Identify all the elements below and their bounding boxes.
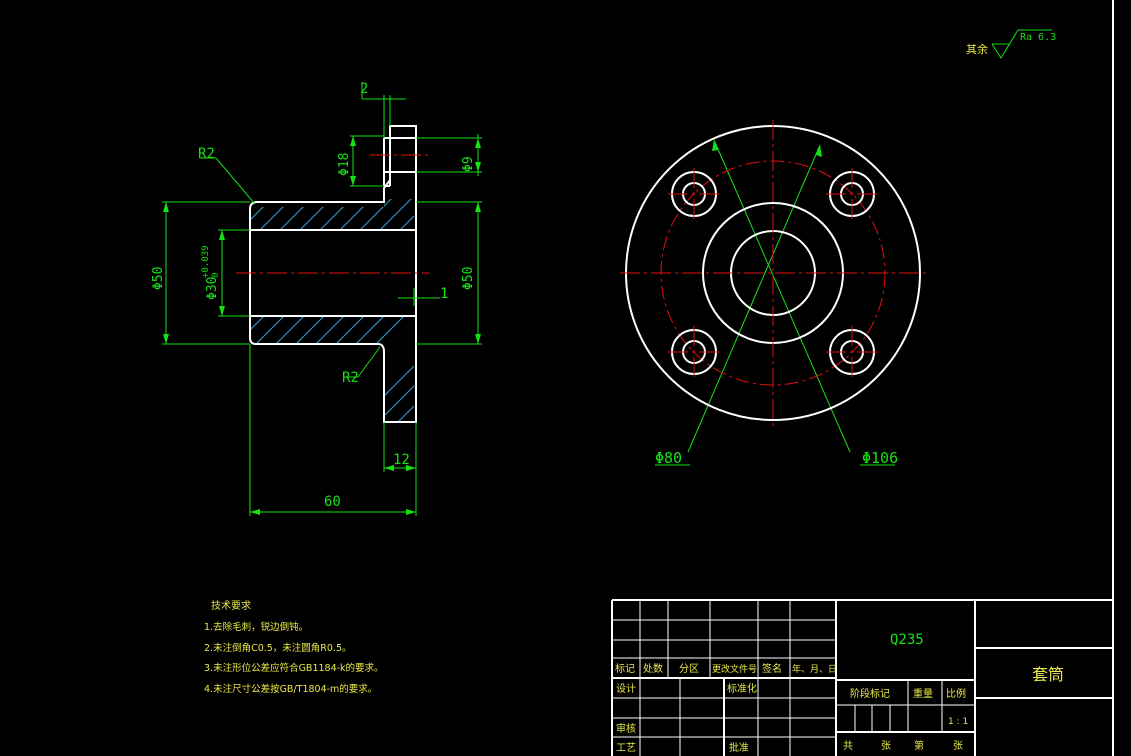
tech-req-item: 4.未注尺寸公差按GB/T1804-m的要求。	[204, 683, 377, 695]
front-centerlines	[620, 120, 928, 428]
weight: 重量	[913, 687, 933, 700]
roughness-prefix: 其余	[966, 42, 988, 56]
rev-header-date: 年、月、日	[792, 663, 837, 675]
material: Q235	[890, 632, 924, 648]
role-standardize: 标准化	[727, 682, 757, 695]
cad-drawing-canvas: 2 Φ18 Φ9 R2 Φ50 Φ30 +0.039 0 Φ50 1 R2 12…	[151, 0, 1114, 756]
dim-bore: Φ30	[205, 277, 220, 300]
title-block: 标记 处数 分区 更改文件号 签名 年、月、日 设计 标准化 审核 工艺 批准 …	[611, 599, 1114, 756]
scale: 比例	[946, 687, 966, 700]
radius-top: R2	[198, 146, 215, 162]
role-review: 审核	[616, 722, 636, 735]
dim-total-length: 60	[324, 494, 341, 510]
sheet-unit-label: 张	[881, 740, 891, 752]
dim-outer-left: Φ50	[151, 267, 166, 290]
tech-req-item: 3.未注形位公差应符合GB1184-k的要求。	[204, 662, 384, 674]
tech-req-title: 技术要求	[211, 599, 251, 612]
dim-pcd: Φ80	[655, 449, 682, 467]
stage-mark: 阶段标记	[850, 687, 890, 700]
dim-top-gap: 2	[360, 81, 368, 97]
dim-bore-group: Φ30 +0.039 0	[201, 245, 221, 300]
sheet-number-label: 第	[914, 739, 924, 752]
surface-roughness-symbol: 其余 Ra 6.3	[966, 29, 1056, 59]
sheet-total-label: 共	[843, 740, 853, 752]
rev-header-doc: 更改文件号	[712, 663, 757, 675]
role-approve: 批准	[729, 741, 749, 754]
scale-value: 1 : 1	[948, 717, 968, 727]
dim-hole-bore: Φ18	[337, 153, 352, 176]
rev-header-zone: 分区	[679, 663, 699, 675]
rev-header-mark: 标记	[615, 663, 635, 675]
role-process: 工艺	[616, 742, 636, 754]
part-outline	[249, 125, 417, 423]
front-leader-lines	[655, 139, 895, 466]
rev-header-count: 处数	[643, 662, 663, 675]
section-hatch-upper	[250, 199, 414, 230]
rev-header-sign: 签名	[762, 662, 782, 675]
part-name: 套筒	[1032, 665, 1064, 684]
section-hatch-lower	[250, 316, 414, 421]
dim-bore-tol-upper: +0.039	[201, 245, 211, 278]
dim-hole-small: Φ9	[461, 156, 476, 172]
dim-flange-outer: Φ106	[862, 449, 898, 467]
dim-flange-thickness: 12	[393, 452, 410, 468]
front-view: Φ80 Φ106	[620, 120, 928, 467]
side-arrowheads	[163, 136, 481, 515]
technical-requirements: 技术要求 1.去除毛刺，锐边倒钝。 2.未注倒角C0.5，未注圆角R0.5。 3…	[204, 599, 384, 695]
front-arrowheads	[712, 140, 822, 157]
dim-bore-tol-lower: 0	[211, 273, 221, 278]
side-view: 2 Φ18 Φ9 R2 Φ50 Φ30 +0.039 0 Φ50 1 R2 12…	[151, 81, 482, 516]
tech-req-item: 2.未注倒角C0.5，未注圆角R0.5。	[204, 642, 352, 654]
role-design: 设计	[616, 682, 636, 695]
radius-bottom: R2	[342, 370, 359, 386]
dim-chamfer: 1	[440, 286, 448, 302]
tech-req-item: 1.去除毛刺，锐边倒钝。	[204, 621, 308, 633]
roughness-value: Ra 6.3	[1020, 32, 1056, 43]
dim-outer-right: Φ50	[461, 267, 476, 290]
sheet-unit-label-2: 张	[953, 740, 963, 752]
